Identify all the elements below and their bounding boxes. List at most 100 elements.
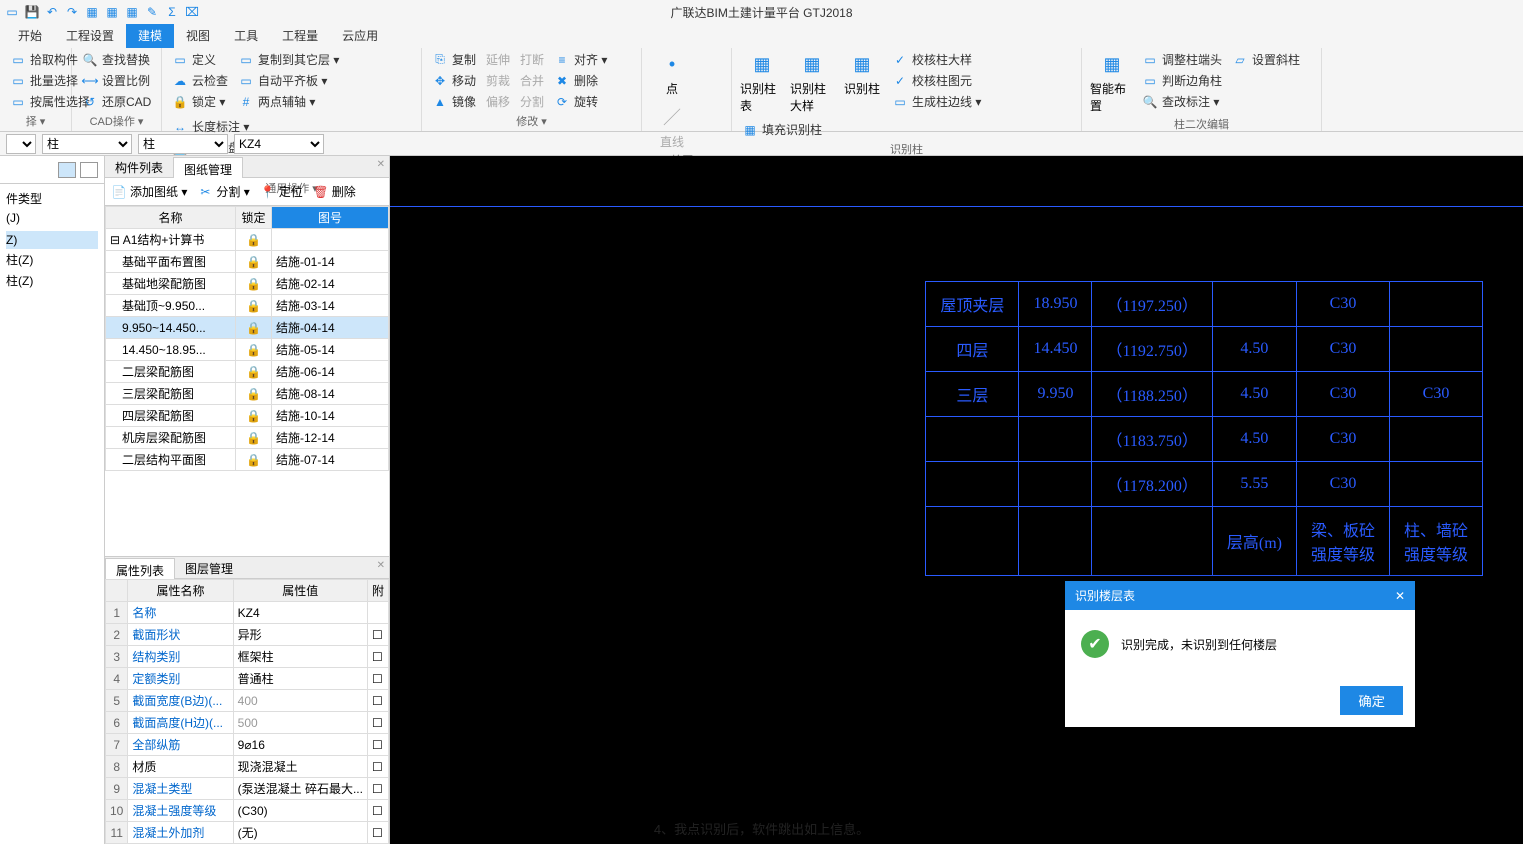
recognize-col-table[interactable]: ▦识别柱表 (740, 50, 784, 114)
table-row[interactable]: 9.950~14.450...🔒结施-04-14 (106, 317, 389, 339)
find-replace[interactable]: 🔍查找替换 (80, 50, 153, 69)
table-row[interactable]: 二层梁配筋图🔒结施-06-14 (106, 361, 389, 383)
table-row[interactable]: 基础地梁配筋图🔒结施-02-14 (106, 273, 389, 295)
gen-col-edge[interactable]: ▭生成柱边线 ▾ (890, 92, 983, 111)
qat-icon[interactable]: 💾 (24, 4, 40, 20)
tab-project[interactable]: 工程设置 (54, 23, 126, 48)
lock[interactable]: 🔒锁定 ▾ (170, 92, 230, 111)
line-tool[interactable]: ／直线 (650, 103, 694, 150)
tab-props[interactable]: 属性列表 (105, 558, 175, 579)
table-row[interactable]: 9混凝土类型(泵送混凝土 碎石最大...☐ (106, 778, 389, 800)
restore-cad[interactable]: ↺还原CAD (80, 92, 153, 111)
qat-icon[interactable]: ↶ (44, 4, 60, 20)
close-icon[interactable]: ✕ (1395, 589, 1405, 603)
cloud-check[interactable]: ☁云检查 (170, 71, 230, 90)
nav-tree[interactable]: 件类型 (J) Z) 柱(Z) 柱(Z) (0, 184, 104, 295)
tab-start[interactable]: 开始 (6, 23, 54, 48)
qat-icon[interactable]: ▦ (104, 4, 120, 20)
move[interactable]: ✥移动 (430, 71, 478, 90)
recognize-col[interactable]: ▦识别柱 (840, 50, 884, 114)
ok-button[interactable]: 确定 (1340, 686, 1403, 715)
tree-item[interactable]: 件类型 (6, 188, 98, 209)
qat-icon[interactable]: ↷ (64, 4, 80, 20)
qat-icon[interactable]: ▦ (124, 4, 140, 20)
two-point-axis[interactable]: #两点辅轴 ▾ (236, 92, 341, 111)
recognize-floor-dialog: 识别楼层表 ✕ ✔ 识别完成，未识别到任何楼层 确定 (1065, 581, 1415, 727)
table-row[interactable]: 基础顶~9.950...🔒结施-03-14 (106, 295, 389, 317)
check-col-element[interactable]: ✓校核柱图元 (890, 71, 983, 90)
tab-component-list[interactable]: 构件列表 (105, 156, 173, 177)
table-row[interactable]: 二层结构平面图🔒结施-07-14 (106, 449, 389, 471)
set-incline-col[interactable]: ▱设置斜柱 (1230, 50, 1302, 69)
drawing-canvas[interactable]: 屋顶夹层18.950（1197.250） C30 四层14.450（1192.7… (390, 156, 1523, 844)
delete-drawing[interactable]: 🗑删除 (313, 183, 356, 200)
qat-icon[interactable]: Σ (164, 4, 180, 20)
selector-b[interactable]: 柱 (42, 134, 132, 154)
tab-drawing-mgmt[interactable]: 图纸管理 (173, 157, 243, 178)
view-toggle-icon[interactable] (58, 162, 76, 178)
selector-c[interactable]: 柱 (138, 134, 228, 154)
table-row[interactable]: 3结构类别框架柱☐ (106, 646, 389, 668)
add-drawing[interactable]: 📄添加图纸 ▾ (111, 183, 187, 200)
table-row[interactable]: 8材质现浇混凝土☐ (106, 756, 389, 778)
qat-icon[interactable]: ▦ (84, 4, 100, 20)
recognize-col-detail[interactable]: ▦识别柱大样 (790, 50, 834, 114)
tree-item[interactable]: Z) (6, 231, 98, 249)
table-row[interactable]: 5截面宽度(B边)(...400☐ (106, 690, 389, 712)
adjust-col-end[interactable]: ▭调整柱端头 (1140, 50, 1224, 69)
locate-drawing[interactable]: 📍定位 (260, 183, 303, 200)
table-row[interactable]: 4定额类别普通柱☐ (106, 668, 389, 690)
extend: 延伸 (484, 50, 512, 69)
close-icon[interactable]: ✕ (377, 159, 385, 170)
table-row[interactable]: 1名称KZ4 (106, 602, 389, 624)
nav-tree-panel: 件类型 (J) Z) 柱(Z) 柱(Z) (0, 156, 105, 844)
close-icon[interactable]: ✕ (377, 560, 385, 571)
point-tool[interactable]: •点 (650, 50, 694, 97)
tab-model[interactable]: 建模 (126, 23, 174, 48)
align[interactable]: ≡对齐 ▾ (552, 50, 609, 69)
table-row[interactable]: 基础平面布置图🔒结施-01-14 (106, 251, 389, 273)
property-table[interactable]: 属性名称属性值附 1名称KZ42截面形状异形☐3结构类别框架柱☐4定额类别普通柱… (105, 579, 389, 844)
table-row[interactable]: 四层梁配筋图🔒结施-10-14 (106, 405, 389, 427)
delete[interactable]: ✖删除 (552, 71, 609, 90)
view-toggle-icon[interactable] (80, 162, 98, 178)
tree-item[interactable]: 柱(Z) (6, 270, 98, 291)
edit-annotation[interactable]: 🔍查改标注 ▾ (1140, 92, 1224, 111)
tree-item[interactable]: 柱(Z) (6, 249, 98, 270)
mirror[interactable]: ▲镜像 (430, 92, 478, 111)
split-drawing[interactable]: ✂分割 ▾ (197, 183, 249, 200)
table-row[interactable]: 三层梁配筋图🔒结施-08-14 (106, 383, 389, 405)
tab-quantity[interactable]: 工程量 (270, 23, 330, 48)
drawing-table[interactable]: 名称锁定图号 ⊟ A1结构+计算书🔒 基础平面布置图🔒结施-01-14 基础地梁… (105, 206, 389, 471)
offset: 偏移 (484, 92, 512, 111)
tab-view[interactable]: 视图 (174, 23, 222, 48)
break: 打断 (518, 50, 546, 69)
rotate[interactable]: ⟳旋转 (552, 92, 609, 111)
selector-d[interactable]: KZ4 (234, 134, 324, 154)
tab-tools[interactable]: 工具 (222, 23, 270, 48)
copy-to-floor[interactable]: ▭复制到其它层 ▾ (236, 50, 341, 69)
tree-item[interactable]: (J) (6, 209, 98, 227)
judge-corner-col[interactable]: ▭判断边角柱 (1140, 71, 1224, 90)
set-scale[interactable]: ⟷设置比例 (80, 71, 153, 90)
fill-recognize-col[interactable]: ▦填充识别柱 (740, 120, 824, 139)
qat-icon[interactable]: ✎ (144, 4, 160, 20)
qat-icon[interactable]: ⌧ (184, 4, 200, 20)
smart-layout[interactable]: ▦智能布置 (1090, 50, 1134, 114)
copy[interactable]: ⎘复制 (430, 50, 478, 69)
table-row[interactable]: 14.450~18.95...🔒结施-05-14 (106, 339, 389, 361)
tab-layers[interactable]: 图层管理 (175, 557, 243, 578)
qat-icon[interactable]: ▭ (4, 4, 20, 20)
table-row[interactable]: 6截面高度(H边)(...500☐ (106, 712, 389, 734)
table-row[interactable]: 机房层梁配筋图🔒结施-12-14 (106, 427, 389, 449)
table-row[interactable]: 7全部纵筋9⌀16☐ (106, 734, 389, 756)
auto-level[interactable]: ▭自动平齐板 ▾ (236, 71, 341, 90)
title-bar: ▭ 💾 ↶ ↷ ▦ ▦ ▦ ✎ Σ ⌧ 广联达BIM土建计量平台 GTJ2018 (0, 0, 1523, 24)
define[interactable]: ▭定义 (170, 50, 230, 69)
table-row[interactable]: ⊟ A1结构+计算书🔒 (106, 229, 389, 251)
caption-text: 4、我点识别后，软件跳出如上信息。 (0, 819, 1523, 838)
table-row[interactable]: 2截面形状异形☐ (106, 624, 389, 646)
selector-a[interactable] (6, 134, 36, 154)
check-col-detail[interactable]: ✓校核柱大样 (890, 50, 983, 69)
tab-cloud[interactable]: 云应用 (330, 23, 390, 48)
